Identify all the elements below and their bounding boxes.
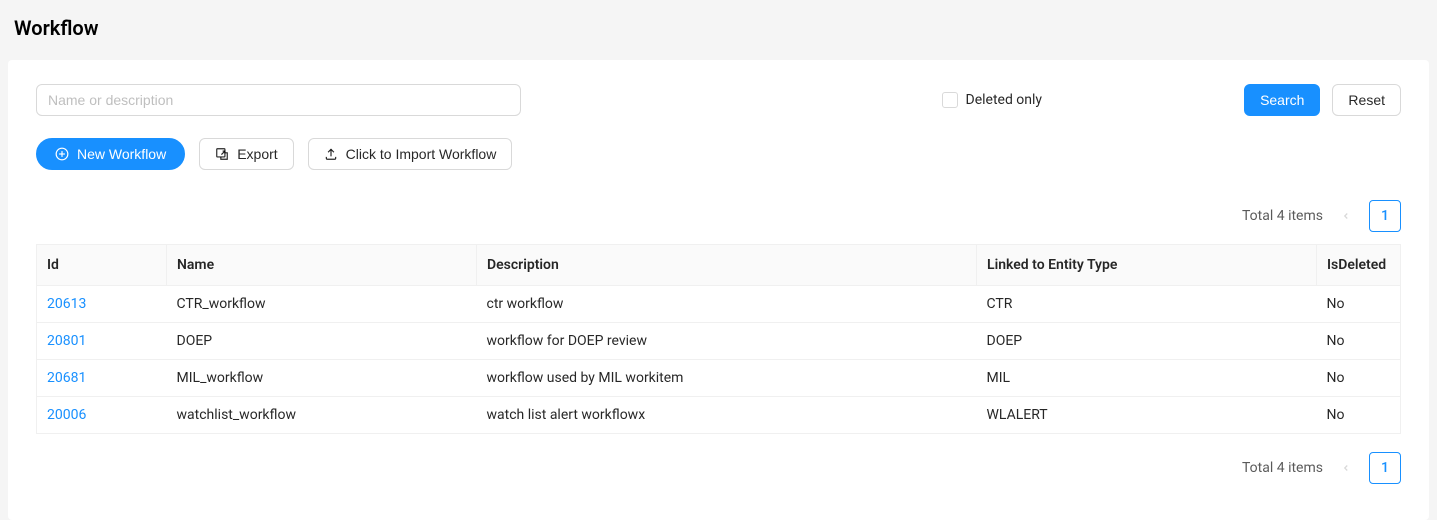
cell-entity: DOEP: [977, 323, 1317, 360]
cell-name: CTR_workflow: [167, 286, 477, 323]
import-workflow-button[interactable]: Click to Import Workflow: [308, 138, 513, 170]
total-items-text: Total 4 items: [1242, 460, 1323, 476]
workflow-id-link[interactable]: 20801: [47, 333, 86, 349]
cell-deleted: No: [1317, 360, 1401, 397]
import-label: Click to Import Workflow: [346, 147, 497, 161]
action-row: New Workflow Export Click: [36, 138, 1401, 170]
workflow-card: Deleted only Search Reset New Workflow: [8, 60, 1429, 520]
export-label: Export: [237, 147, 277, 161]
workflow-table: Id Name Description Linked to Entity Typ…: [36, 244, 1401, 434]
table-row: 20681 MIL_workflow workflow used by MIL …: [37, 360, 1401, 397]
new-workflow-button[interactable]: New Workflow: [36, 138, 185, 170]
upload-icon: [324, 147, 338, 161]
col-header-id[interactable]: Id: [37, 245, 167, 286]
new-workflow-label: New Workflow: [77, 147, 166, 161]
cell-name: MIL_workflow: [167, 360, 477, 397]
plus-circle-icon: [55, 147, 69, 161]
filter-row: Deleted only Search Reset: [36, 84, 1401, 116]
col-header-description[interactable]: Description: [477, 245, 977, 286]
cell-description: workflow for DOEP review: [477, 323, 977, 360]
cell-description: ctr workflow: [477, 286, 977, 323]
pager-page-current[interactable]: 1: [1369, 452, 1401, 484]
cell-name: watchlist_workflow: [167, 397, 477, 434]
pager-prev-button[interactable]: [1337, 211, 1355, 221]
deleted-only-checkbox[interactable]: Deleted only: [942, 92, 1043, 108]
cell-entity: CTR: [977, 286, 1317, 323]
pager-page-current[interactable]: 1: [1369, 200, 1401, 232]
export-icon: [215, 147, 229, 161]
pagination-top: Total 4 items 1: [36, 200, 1401, 244]
total-items-text: Total 4 items: [1242, 208, 1323, 224]
page-title: Workflow: [0, 0, 1437, 60]
search-button[interactable]: Search: [1244, 84, 1320, 116]
cell-name: DOEP: [167, 323, 477, 360]
pager-prev-button[interactable]: [1337, 463, 1355, 473]
table-row: 20613 CTR_workflow ctr workflow CTR No: [37, 286, 1401, 323]
checkbox-box-icon: [942, 92, 958, 108]
reset-button[interactable]: Reset: [1332, 84, 1401, 116]
table-row: 20801 DOEP workflow for DOEP review DOEP…: [37, 323, 1401, 360]
export-button[interactable]: Export: [199, 138, 293, 170]
cell-deleted: No: [1317, 397, 1401, 434]
cell-description: watch list alert workflowx: [477, 397, 977, 434]
col-header-deleted[interactable]: IsDeleted: [1317, 245, 1401, 286]
table-row: 20006 watchlist_workflow watch list aler…: [37, 397, 1401, 434]
chevron-left-icon: [1341, 211, 1351, 221]
col-header-name[interactable]: Name: [167, 245, 477, 286]
workflow-id-link[interactable]: 20681: [47, 370, 86, 386]
workflow-id-link[interactable]: 20006: [47, 407, 86, 423]
cell-deleted: No: [1317, 323, 1401, 360]
chevron-left-icon: [1341, 463, 1351, 473]
cell-description: workflow used by MIL workitem: [477, 360, 977, 397]
workflow-id-link[interactable]: 20613: [47, 296, 86, 312]
cell-deleted: No: [1317, 286, 1401, 323]
pagination-bottom: Total 4 items 1: [36, 452, 1401, 496]
deleted-only-label: Deleted only: [966, 92, 1043, 108]
search-input[interactable]: [36, 84, 521, 116]
cell-entity: MIL: [977, 360, 1317, 397]
col-header-entity[interactable]: Linked to Entity Type: [977, 245, 1317, 286]
cell-entity: WLALERT: [977, 397, 1317, 434]
